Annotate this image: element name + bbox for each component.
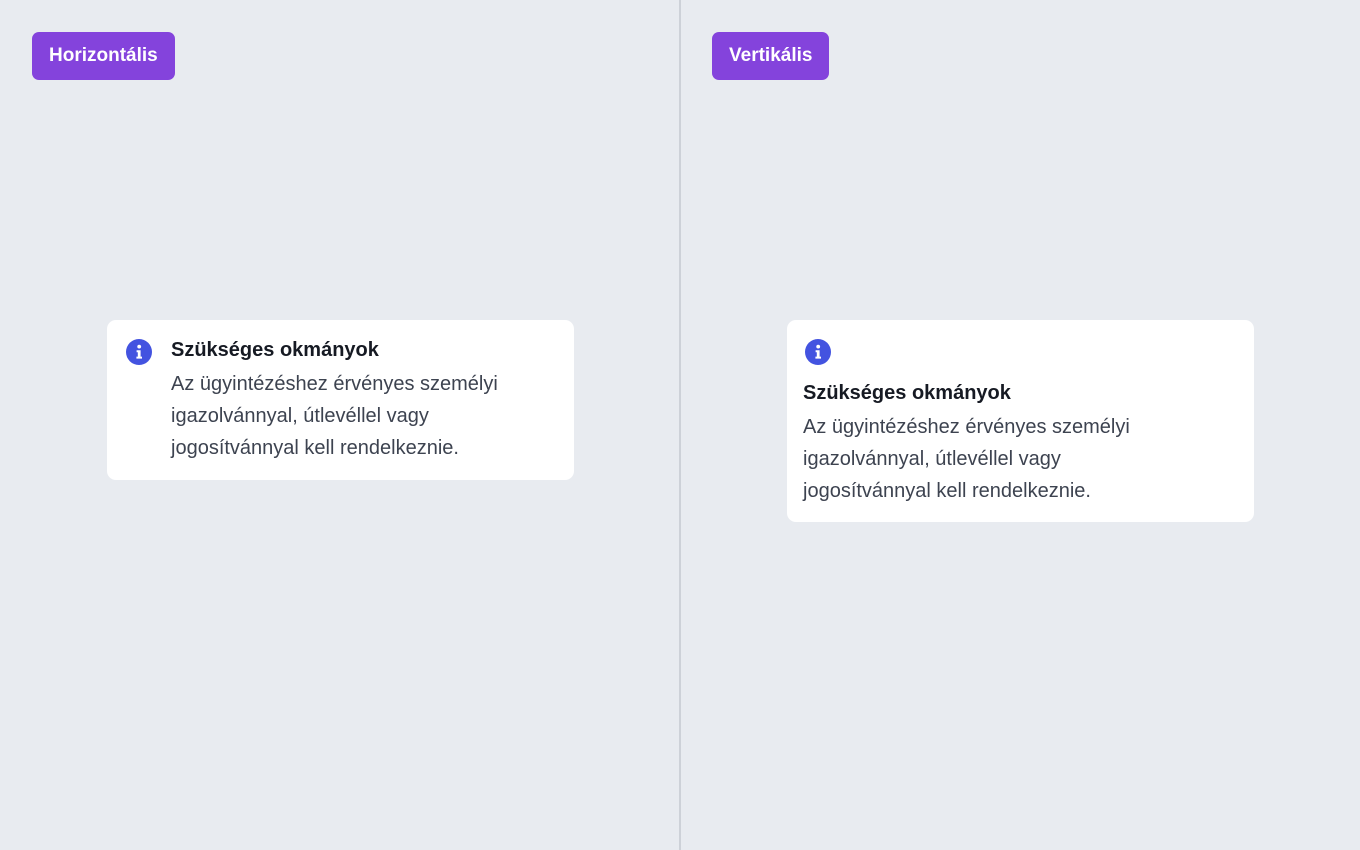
horizontal-panel: Horizontális Szükséges okmányok Az ügyin… — [0, 0, 680, 850]
alert-card-vertical: Szükséges okmányok Az ügyintézéshez érvé… — [787, 320, 1254, 522]
info-icon — [805, 339, 831, 365]
alert-content: Szükséges okmányok Az ügyintézéshez érvé… — [171, 337, 561, 464]
alert-title: Szükséges okmányok — [171, 339, 379, 361]
alert-body: Az ügyintézéshez érvényes személyi igazo… — [171, 373, 498, 459]
vertical-tag: Vertikális — [712, 32, 830, 80]
horizontal-tag: Horizontális — [32, 32, 175, 80]
alert-content: Szükséges okmányok Az ügyintézéshez érvé… — [803, 380, 1193, 507]
alert-card-horizontal: Szükséges okmányok Az ügyintézéshez érvé… — [107, 320, 574, 480]
vertical-panel: Vertikális Szükséges okmányok Az ügyinté… — [681, 0, 1360, 850]
alert-body: Az ügyintézéshez érvényes személyi igazo… — [803, 416, 1130, 502]
alert-title: Szükséges okmányok — [803, 382, 1011, 404]
stage: Horizontális Szükséges okmányok Az ügyin… — [0, 0, 1360, 850]
info-icon — [126, 339, 152, 365]
